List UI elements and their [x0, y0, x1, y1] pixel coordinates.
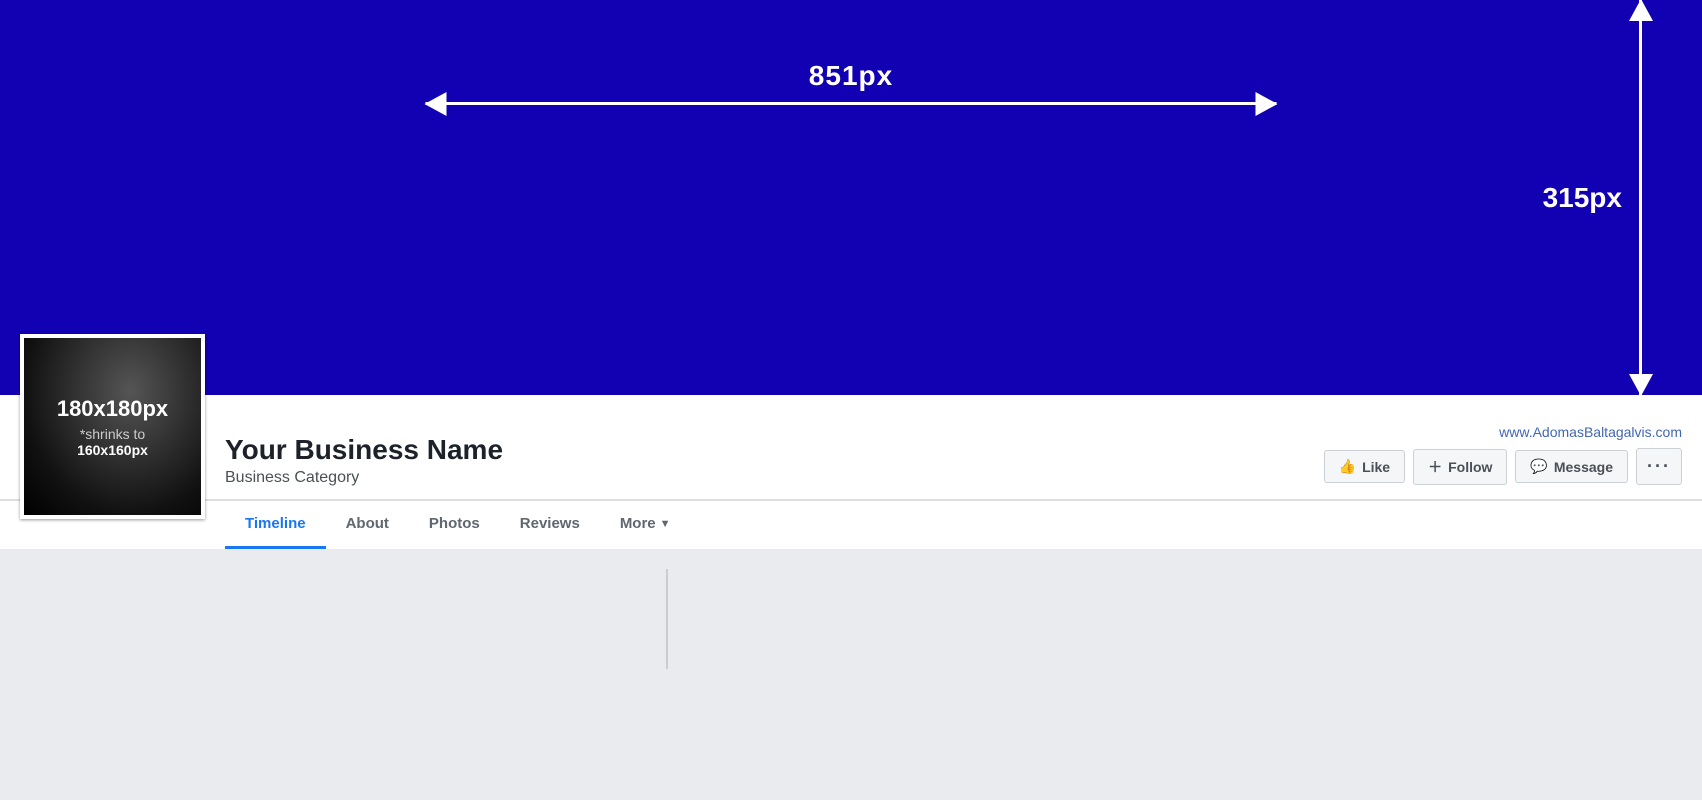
follow-label: Follow [1448, 459, 1492, 475]
tab-more[interactable]: More ▼ [600, 501, 691, 549]
content-area [0, 549, 1702, 679]
arrow-left-icon [425, 92, 447, 116]
action-buttons: 👍 Like ＋ Follow 💬 Message ··· [1324, 448, 1682, 485]
follow-button[interactable]: ＋ Follow [1413, 449, 1507, 485]
vertical-divider [666, 569, 668, 669]
arrow-up-icon [1629, 0, 1653, 21]
photo-size-sub: *shrinks to [80, 426, 145, 442]
business-category: Business Category [225, 469, 1324, 487]
content-area-inner [361, 549, 1341, 689]
tab-reviews-label: Reviews [520, 515, 580, 532]
tab-timeline-label: Timeline [245, 515, 306, 532]
chevron-down-icon: ▼ [660, 518, 671, 530]
profile-photo-wrapper: 180x180px *shrinks to 160x160px [20, 414, 205, 519]
tab-timeline[interactable]: Timeline [225, 501, 326, 549]
thumbs-up-icon: 👍 [1339, 458, 1356, 475]
profile-photo: 180x180px *shrinks to 160x160px [20, 334, 205, 519]
photo-size-main: 180x180px [57, 396, 168, 422]
vertical-measurement: 315px [1639, 0, 1642, 395]
arrow-right-icon [1256, 92, 1278, 116]
tab-reviews[interactable]: Reviews [500, 501, 600, 549]
arrow-down-icon [1629, 374, 1653, 396]
tab-photos-label: Photos [429, 515, 480, 532]
page-wrapper: 851px 315px 180x180px *shrinks to 160x16… [0, 0, 1702, 679]
like-label: Like [1362, 459, 1390, 475]
width-label: 851px [809, 60, 893, 92]
tab-about-label: About [346, 515, 389, 532]
horizontal-arrow-line [426, 102, 1277, 105]
tab-photos[interactable]: Photos [409, 501, 500, 549]
website-link[interactable]: www.AdomasBaltagalvis.com [1499, 424, 1682, 440]
nav-tabs: Timeline About Photos Reviews More ▼ [0, 500, 1702, 549]
message-icon: 💬 [1530, 458, 1547, 475]
more-options-button[interactable]: ··· [1636, 448, 1682, 485]
horizontal-measurement: 851px [426, 60, 1277, 105]
like-button[interactable]: 👍 Like [1324, 450, 1405, 483]
profile-info: Your Business Name Business Category [225, 425, 1324, 499]
business-name: Your Business Name [225, 433, 1324, 467]
profile-actions: www.AdomasBaltagalvis.com 👍 Like ＋ Follo… [1324, 424, 1682, 499]
vertical-arrow-line: 315px [1639, 0, 1642, 395]
height-label: 315px [1543, 182, 1622, 214]
tab-about[interactable]: About [326, 501, 409, 549]
profile-bar: 180x180px *shrinks to 160x160px Your Bus… [0, 395, 1702, 500]
message-button[interactable]: 💬 Message [1515, 450, 1628, 483]
message-label: Message [1554, 459, 1613, 475]
cover-photo: 851px 315px [0, 0, 1702, 395]
ellipsis-icon: ··· [1647, 456, 1671, 477]
photo-size-sub2: 160x160px [77, 442, 148, 458]
tab-more-label: More [620, 515, 656, 532]
plus-icon: ＋ [1428, 457, 1442, 477]
